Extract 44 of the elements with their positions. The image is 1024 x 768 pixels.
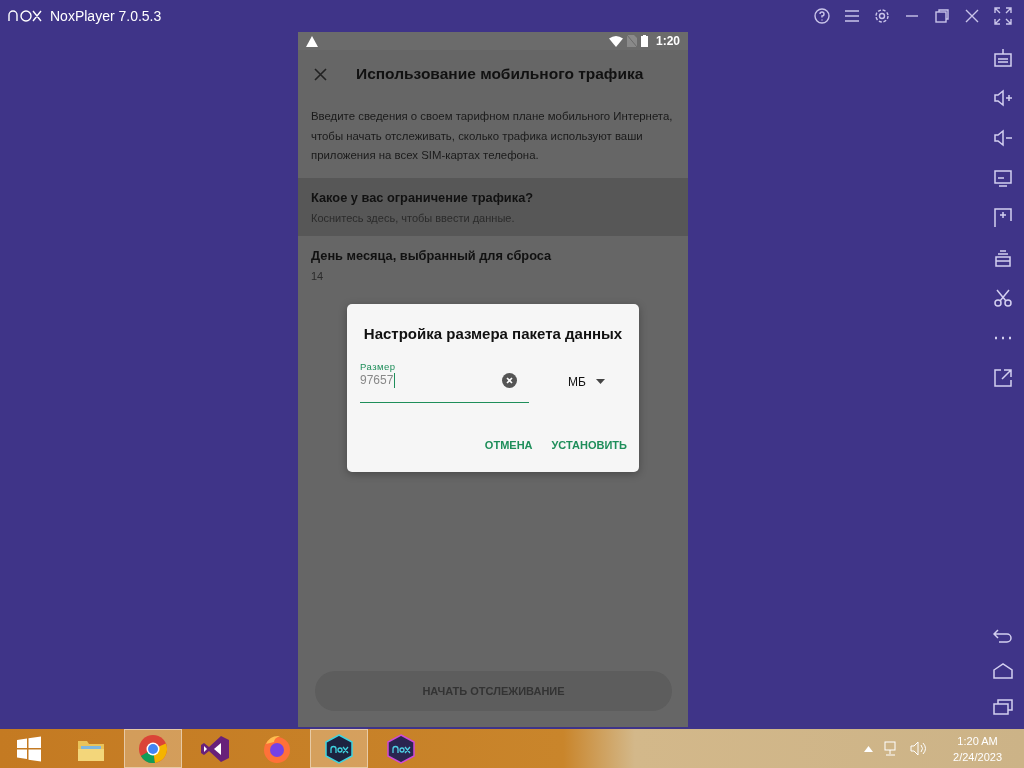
unit-dropdown[interactable]: МБ (568, 372, 605, 391)
restore-icon[interactable] (934, 8, 950, 24)
window-title: NoxPlayer 7.0.5.3 (50, 6, 162, 26)
clock[interactable]: 1:20 AM 2/24/2023 (953, 732, 1002, 765)
hexagon-logo-icon (324, 733, 354, 764)
caret-down-icon (595, 379, 605, 384)
home-icon[interactable] (993, 663, 1013, 679)
clear-icon[interactable] (502, 372, 517, 388)
size-input-field[interactable]: Размер 97657 (360, 360, 529, 403)
back-icon[interactable] (993, 627, 1013, 643)
field-value: 97657 (360, 372, 396, 388)
fullscreen-icon[interactable] (994, 7, 1012, 25)
windows-icon (16, 735, 42, 762)
volume-up-icon[interactable] (993, 88, 1013, 108)
no-sim-icon (626, 35, 637, 47)
field-label: Размер (360, 360, 396, 373)
battery-icon (640, 35, 648, 47)
nox-logo-icon (8, 10, 42, 22)
help-icon[interactable] (814, 8, 830, 24)
menu-icon[interactable] (844, 9, 860, 23)
close-icon[interactable] (314, 67, 327, 81)
chrome-icon (138, 733, 168, 764)
dialog-button[interactable]: ОТМЕНА (480, 432, 537, 457)
recent-apps-icon[interactable] (993, 699, 1013, 715)
dialog-button[interactable]: УСТАНОВИТЬ (547, 432, 631, 457)
share-icon[interactable] (993, 368, 1013, 388)
volume-down-icon[interactable] (993, 128, 1013, 148)
warning-icon (306, 35, 318, 47)
hexagon-logo-icon (386, 733, 416, 764)
setting-item[interactable]: День месяца, выбранный для сброса 14 (298, 236, 688, 295)
keyboard-icon[interactable] (994, 48, 1012, 68)
apk-install-icon[interactable] (993, 208, 1013, 228)
app-bar-title: Использование мобильного трафика (356, 64, 644, 85)
taskbar-button[interactable] (310, 729, 368, 768)
infinity-logo-icon (200, 733, 230, 764)
intro-text: Введите сведения о своем тарифном плане мобильного Интернета, чтобы начать отслеживать, сколько трафика используют ваши приложения на всех SIM-картах телефона. (310, 109, 674, 163)
status-time: 1:20 (655, 33, 680, 50)
screen-icon[interactable] (993, 168, 1013, 188)
stack-icon[interactable] (993, 248, 1013, 268)
scissors-icon[interactable] (993, 288, 1013, 308)
wifi-icon (608, 35, 623, 47)
dialog-title: Настройка размера пакета данных (362, 324, 624, 344)
settings-icon[interactable] (874, 8, 890, 24)
firefox-icon (262, 733, 292, 764)
